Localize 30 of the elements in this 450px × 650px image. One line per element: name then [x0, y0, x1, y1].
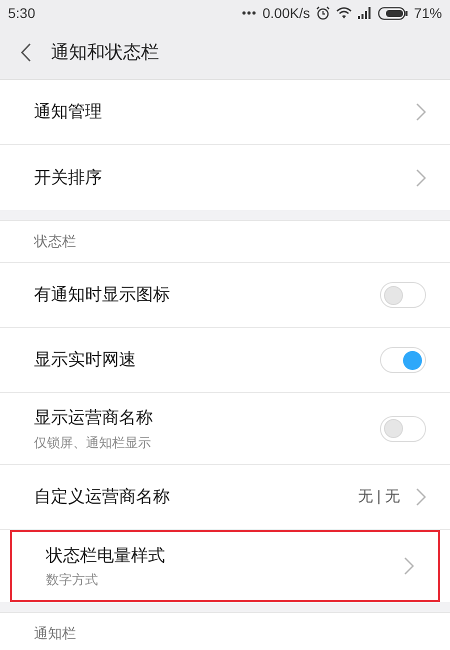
network-speed: 0.00K/s	[262, 4, 310, 22]
item-label: 有通知时显示图标	[34, 284, 170, 306]
chevron-right-icon	[404, 557, 414, 575]
toggle-switch[interactable]	[380, 347, 426, 373]
item-label: 自定义运营商名称	[34, 486, 170, 508]
section-header: 状态栏	[34, 232, 76, 251]
more-dots-icon	[242, 11, 256, 15]
battery-icon	[378, 6, 408, 20]
item-label: 状态栏电量样式	[46, 544, 165, 566]
status-time: 5:30	[8, 4, 36, 22]
chevron-right-icon	[416, 488, 426, 506]
page-title: 通知和状态栏	[51, 41, 159, 64]
item-label: 显示运营商名称	[34, 407, 153, 429]
toggle-switch[interactable]	[380, 282, 426, 308]
section-header: 通知栏	[34, 624, 76, 643]
item-subtitle: 仅锁屏、通知栏显示	[34, 434, 152, 452]
item-label: 通知管理	[34, 101, 102, 124]
alarm-icon	[316, 6, 330, 20]
item-subtitle: 数字方式	[46, 571, 99, 589]
item-label: 显示实时网速	[34, 349, 136, 372]
back-icon[interactable]	[20, 43, 31, 62]
toggle-switch[interactable]	[380, 416, 426, 442]
wifi-icon	[336, 7, 352, 19]
item-value: 无 | 无	[358, 486, 400, 507]
chevron-right-icon	[416, 168, 426, 186]
item-label: 开关排序	[34, 166, 102, 189]
battery-percent: 71%	[414, 4, 442, 22]
settings-row[interactable]: 状态栏电量样式 数字方式	[10, 530, 440, 602]
signal-icon	[358, 7, 372, 19]
chevron-right-icon	[416, 103, 426, 121]
